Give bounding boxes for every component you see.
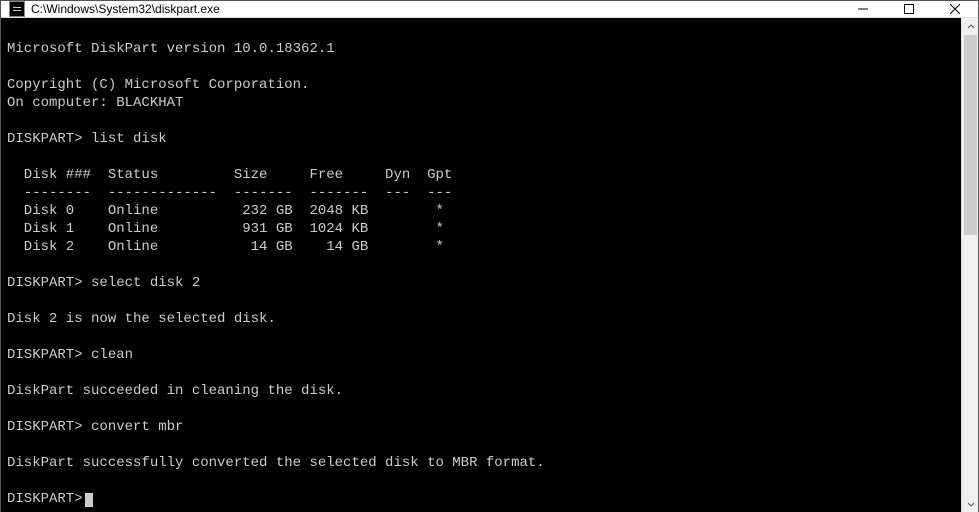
maximize-icon <box>904 4 914 14</box>
minimize-button[interactable] <box>840 1 886 17</box>
app-icon <box>9 1 25 17</box>
prompt: DISKPART> <box>7 491 83 507</box>
console-output[interactable]: Microsoft DiskPart version 10.0.18362.1 … <box>1 18 961 512</box>
chevron-up-icon <box>967 23 975 31</box>
msg-selected: Disk 2 is now the selected disk. <box>7 311 276 327</box>
maximize-button[interactable] <box>886 1 932 17</box>
table-header: Disk ### Status Size Free Dyn Gpt <box>7 167 452 183</box>
window-frame: C:\Windows\System32\diskpart.exe Microso… <box>0 0 979 512</box>
window-controls <box>840 1 978 17</box>
prompt: DISKPART> <box>7 131 83 147</box>
cmd-clean: clean <box>83 347 133 363</box>
table-row: Disk 2 Online 14 GB 14 GB * <box>7 239 444 255</box>
chevron-down-icon <box>967 500 975 508</box>
titlebar[interactable]: C:\Windows\System32\diskpart.exe <box>1 1 978 18</box>
cmd-convert-mbr: convert mbr <box>83 419 184 435</box>
cmd-list-disk: list disk <box>83 131 167 147</box>
line-computer: On computer: BLACKHAT <box>7 95 183 111</box>
table-row: Disk 1 Online 931 GB 1024 KB * <box>7 221 444 237</box>
scroll-down-button[interactable] <box>962 495 979 512</box>
vertical-scrollbar[interactable] <box>961 18 978 512</box>
line-copyright: Copyright (C) Microsoft Corporation. <box>7 77 309 93</box>
window-title: C:\Windows\System32\diskpart.exe <box>31 2 220 16</box>
close-button[interactable] <box>932 1 978 17</box>
cmd-select-disk: select disk 2 <box>83 275 201 291</box>
prompt: DISKPART> <box>7 275 83 291</box>
scroll-up-button[interactable] <box>962 18 979 35</box>
scrollbar-thumb[interactable] <box>964 35 977 235</box>
table-divider: -------- ------------- ------- ------- -… <box>7 185 452 201</box>
line-version: Microsoft DiskPart version 10.0.18362.1 <box>7 41 335 57</box>
table-row: Disk 0 Online 232 GB 2048 KB * <box>7 203 444 219</box>
client-area: Microsoft DiskPart version 10.0.18362.1 … <box>1 18 978 512</box>
msg-clean: DiskPart succeeded in cleaning the disk. <box>7 383 343 399</box>
minimize-icon <box>858 4 868 14</box>
prompt: DISKPART> <box>7 419 83 435</box>
prompt: DISKPART> <box>7 347 83 363</box>
text-cursor <box>85 493 93 507</box>
close-icon <box>950 4 960 14</box>
msg-convert: DiskPart successfully converted the sele… <box>7 455 545 471</box>
